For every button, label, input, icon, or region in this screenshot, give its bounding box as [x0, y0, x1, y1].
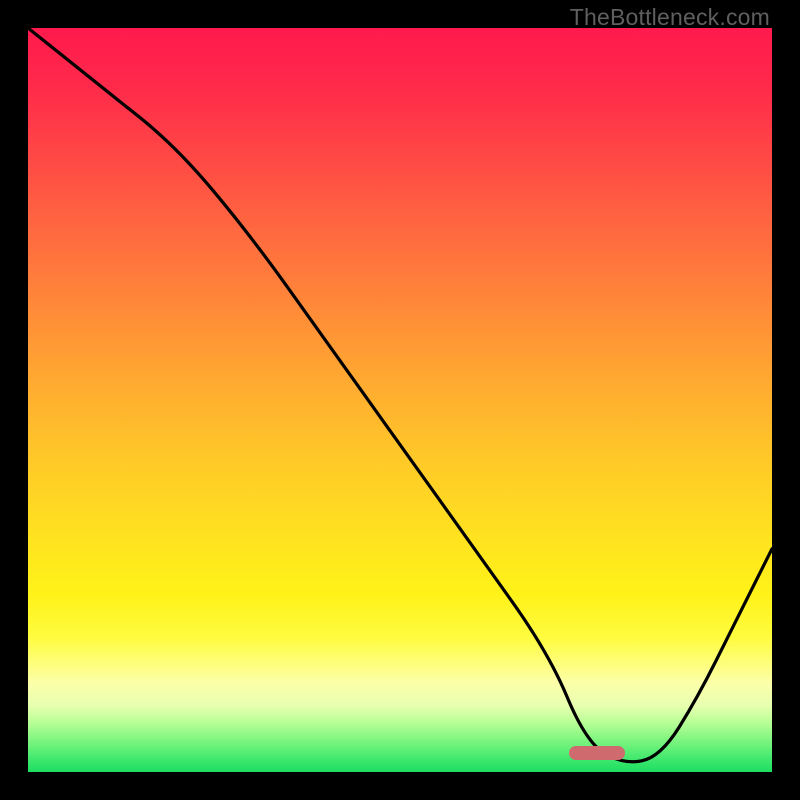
watermark-text: TheBottleneck.com: [570, 4, 770, 31]
chart-frame: [28, 28, 772, 772]
heat-gradient-background: [28, 28, 772, 772]
optimal-range-marker: [569, 746, 625, 760]
